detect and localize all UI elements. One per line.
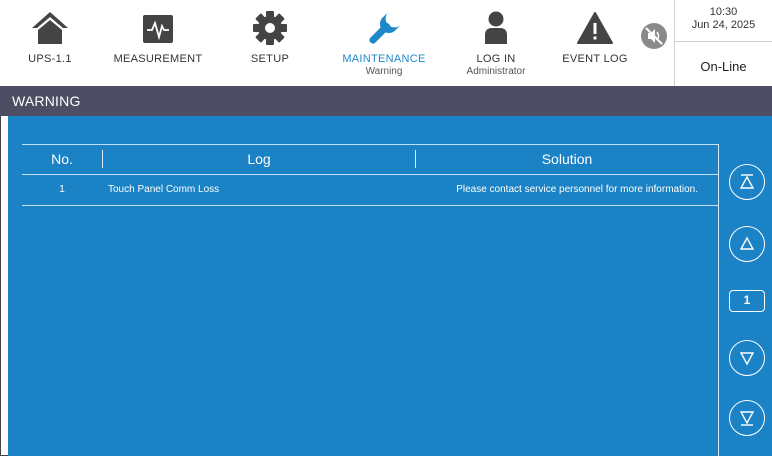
mute-button[interactable] — [634, 0, 674, 86]
nav-measurement[interactable]: MEASUREMENT — [100, 0, 216, 86]
nav-measurement-label: MEASUREMENT — [113, 53, 203, 65]
nav-eventlog-label: EVENT LOG — [562, 53, 628, 65]
header-no: No. — [51, 151, 73, 167]
header-solution: Solution — [541, 151, 593, 167]
warning-content: No. Log Solution 1 Touch Panel Comm Loss… — [8, 116, 772, 456]
mute-icon — [640, 22, 668, 55]
clock-time: 10:30 — [709, 6, 738, 18]
page-title: WARNING — [12, 93, 81, 109]
page-down-button[interactable] — [729, 340, 765, 376]
nav-setup[interactable]: SETUP — [216, 0, 324, 86]
nav-eventlog[interactable]: EVENT LOG — [548, 0, 642, 86]
table-header: No. Log Solution — [22, 144, 718, 175]
first-page-button[interactable] — [729, 164, 765, 200]
warning-icon — [576, 10, 614, 51]
page-number: 1 — [729, 290, 765, 312]
header-log: Log — [247, 151, 271, 167]
home-icon — [30, 10, 70, 51]
page-down-icon — [739, 352, 755, 366]
status-panel: 10:30 Jun 24, 2025 On-Line — [674, 0, 772, 86]
page-up-icon — [739, 236, 755, 250]
nav-maintenance-label: MAINTENANCE — [342, 53, 426, 65]
row-no: 1 — [59, 184, 65, 195]
row-solution: Please contact service personnel for mor… — [456, 184, 698, 195]
page-navigator: 1 — [718, 144, 772, 456]
table-row[interactable]: 1 Touch Panel Comm Loss Please contact s… — [22, 175, 718, 206]
nav-maintenance-sub: Warning — [365, 66, 403, 77]
nav-ups-label: UPS-1.1 — [28, 53, 72, 65]
page-title-bar: WARNING — [0, 86, 772, 116]
row-log: Touch Panel Comm Loss — [108, 184, 220, 195]
clock-date: Jun 24, 2025 — [691, 19, 756, 31]
waveform-icon — [140, 10, 176, 51]
wrench-icon — [364, 10, 404, 53]
page-up-button[interactable] — [729, 226, 765, 262]
last-page-button[interactable] — [729, 400, 765, 436]
nav-login-sub: Administrator — [466, 66, 526, 77]
nav-maintenance[interactable]: MAINTENANCE Warning — [324, 0, 444, 86]
nav-login-label: LOG IN — [476, 53, 516, 65]
first-page-icon — [739, 174, 755, 189]
status-divider — [675, 41, 772, 42]
user-icon — [478, 10, 514, 51]
gear-icon — [252, 10, 288, 51]
ups-mode-status: On-Line — [700, 59, 747, 74]
last-page-icon — [739, 411, 755, 426]
top-nav: UPS-1.1 MEASUREMENT SETUP MAINTENANCE Wa… — [0, 0, 674, 86]
warning-table: No. Log Solution 1 Touch Panel Comm Loss… — [22, 144, 718, 206]
nav-login[interactable]: LOG IN Administrator — [444, 0, 548, 86]
nav-ups[interactable]: UPS-1.1 — [0, 0, 100, 86]
nav-setup-label: SETUP — [250, 53, 290, 65]
